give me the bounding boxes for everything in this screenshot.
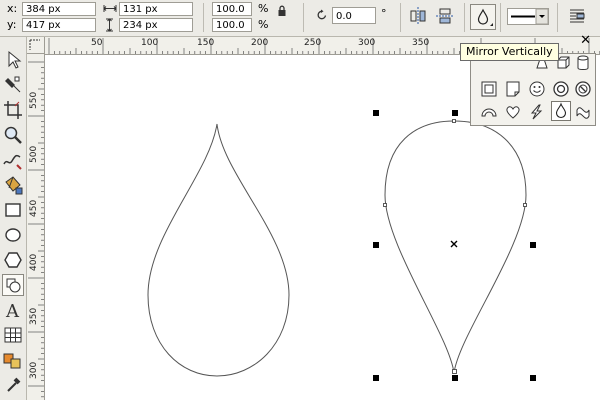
zoom-tool-icon[interactable]: [2, 124, 24, 146]
arc-shape-icon[interactable]: [479, 102, 499, 122]
x-position-field[interactable]: 384 px: [22, 2, 96, 16]
scale-x-field[interactable]: 100.0: [212, 2, 252, 16]
perfect-shapes-button[interactable]: [470, 4, 496, 30]
x-label: x:: [7, 2, 18, 15]
eyedropper-tool-icon[interactable]: [2, 374, 24, 396]
y-position-field[interactable]: 417 px: [22, 18, 96, 32]
no-symbol-shape-icon[interactable]: [573, 79, 593, 99]
basic-shapes-tool-icon[interactable]: [2, 274, 24, 296]
folded-corner-shape-icon[interactable]: [503, 79, 523, 99]
interactive-fill-tool-icon[interactable]: [2, 349, 24, 371]
height-icon: [104, 18, 115, 35]
toolbar-separator: [303, 3, 304, 32]
crop-tool-icon[interactable]: [2, 99, 24, 121]
shape-tool-icon[interactable]: [2, 74, 24, 96]
ellipse-tool-icon[interactable]: [2, 224, 24, 246]
path-nodes[interactable]: [383, 119, 527, 374]
degree-label: °: [381, 7, 387, 20]
toolbar-separator: [500, 3, 501, 32]
mirror-horizontally-button[interactable]: [406, 4, 432, 30]
text-tool-icon[interactable]: A: [2, 299, 24, 322]
toolbar-separator: [400, 3, 401, 32]
polygon-tool-icon[interactable]: [2, 249, 24, 271]
can-shape-icon[interactable]: [573, 55, 593, 75]
ruler-label: 300: [358, 38, 376, 48]
scale-y-field[interactable]: 100.0: [212, 18, 252, 32]
width-field[interactable]: 131 px: [119, 2, 193, 16]
smiley-shape-icon[interactable]: [527, 79, 547, 99]
svg-text:A: A: [5, 301, 20, 321]
property-bar: x: y: 384 px 417 px 131 px 234 px 100.0 …: [0, 0, 600, 37]
ruler-label: 350: [412, 38, 430, 48]
donut-shape-icon[interactable]: [551, 79, 571, 99]
ruler-label: 100: [141, 38, 159, 48]
lock-ratio-icon[interactable]: [277, 5, 287, 20]
ruler-label: 450: [29, 199, 39, 217]
ruler-label: 350: [29, 307, 39, 325]
rotation-center-marker[interactable]: [450, 240, 458, 248]
ruler-label: 50: [91, 38, 103, 48]
width-icon: [103, 3, 117, 17]
ruler-label: 300: [29, 361, 39, 379]
rotate-icon: [316, 9, 328, 24]
lightning-bolt-shape-icon[interactable]: [527, 102, 547, 122]
ruler-label: 200: [251, 38, 269, 48]
outline-width-dropdown[interactable]: [507, 8, 549, 25]
teardrop-shape[interactable]: [147, 123, 290, 377]
ruler-label: 250: [304, 38, 322, 48]
heart-shape-icon[interactable]: [503, 102, 523, 122]
teardrop-shape-icon[interactable]: [551, 101, 571, 121]
wrap-text-button[interactable]: [565, 4, 591, 30]
ruler-label: 550: [29, 91, 39, 109]
ruler-origin[interactable]: [27, 37, 45, 54]
freehand-tool-icon[interactable]: [2, 149, 24, 171]
pick-tool-icon[interactable]: [2, 49, 24, 71]
percent-x-label: %: [258, 2, 269, 15]
toolbar-separator: [557, 3, 558, 32]
height-field[interactable]: 234 px: [119, 18, 193, 32]
selected-inverted-teardrop-shape[interactable]: [384, 120, 527, 374]
rectangle-tool-icon[interactable]: [2, 199, 24, 221]
ruler-label: 500: [29, 145, 39, 163]
percent-y-label: %: [258, 18, 269, 31]
close-icon[interactable]: ✕: [580, 34, 591, 48]
toolbar-separator: [203, 3, 204, 32]
tooltip-mirror-vertically: Mirror Vertically: [460, 43, 559, 61]
y-label: y:: [7, 18, 17, 31]
smart-fill-tool-icon[interactable]: [2, 174, 24, 196]
rotation-field[interactable]: 0.0: [332, 7, 376, 24]
toolbar-separator: [464, 3, 465, 32]
ruler-label: 400: [29, 253, 39, 271]
vertical-ruler[interactable]: 550 500 450 400 350 300: [27, 54, 45, 400]
ruler-label: 150: [197, 38, 215, 48]
wave-shape-icon[interactable]: [573, 102, 593, 122]
perfect-shapes-flyout: ✕: [470, 34, 596, 126]
table-tool-icon[interactable]: [2, 324, 24, 346]
toolbox: A: [0, 37, 27, 400]
bevel-shape-icon[interactable]: [479, 79, 499, 99]
mirror-vertically-button[interactable]: [433, 4, 459, 30]
